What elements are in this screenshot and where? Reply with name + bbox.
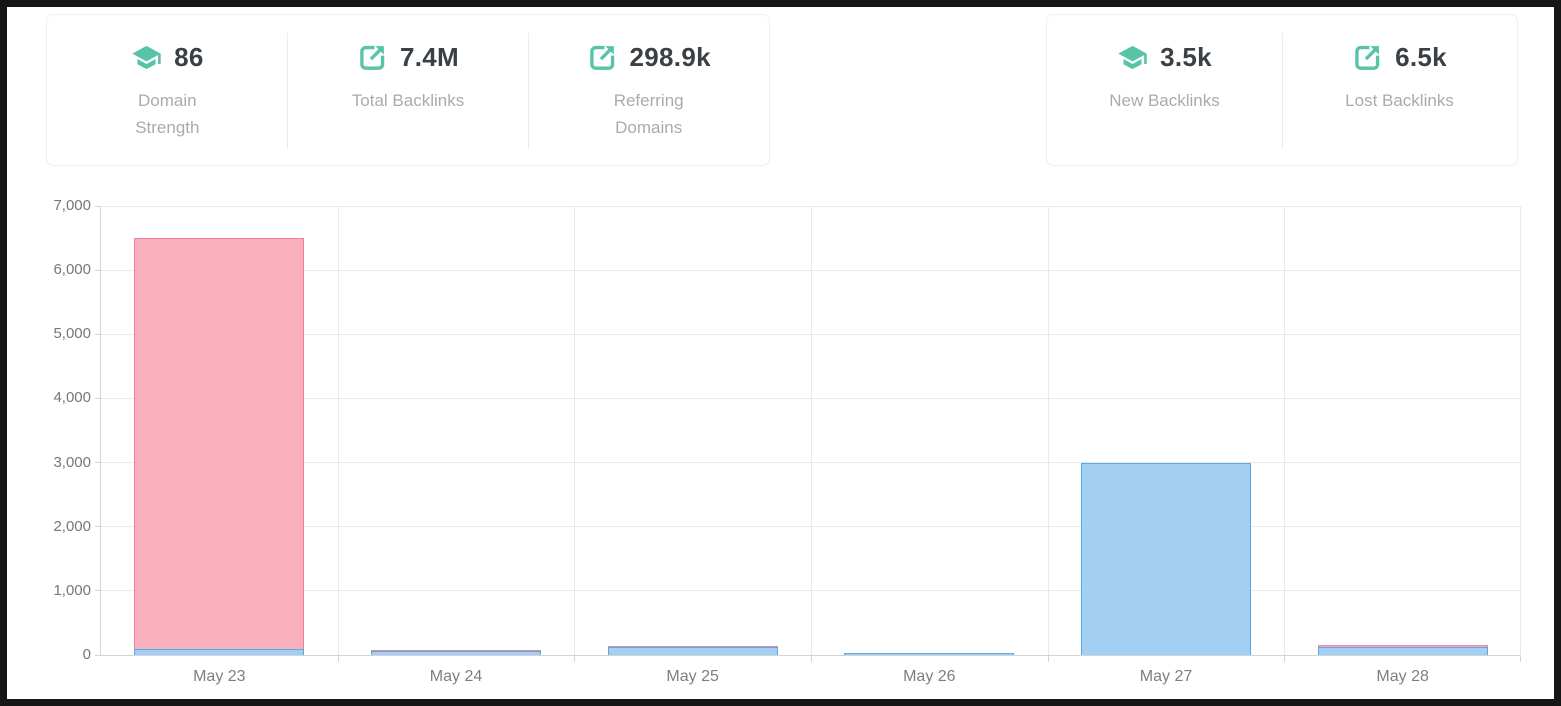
- y-axis-label: 3,000: [15, 454, 91, 471]
- stat-lost-backlinks: 6.5k Lost Backlinks: [1282, 15, 1517, 165]
- x-axis-tick: [1048, 655, 1049, 662]
- stat-header: 6.5k: [1352, 40, 1447, 74]
- x-gridline: [1284, 206, 1285, 655]
- external-link-icon: [587, 42, 618, 73]
- x-gridline: [1520, 206, 1521, 655]
- external-link-icon: [1352, 42, 1383, 73]
- domain-overview-card: 86 Domain Strength 7.4M Total Backlinks …: [46, 14, 770, 166]
- stat-header: 86: [131, 40, 204, 74]
- y-axis-tick: [95, 462, 101, 463]
- x-axis-tick: [1284, 655, 1285, 662]
- bar-new-backlinks-3[interactable]: [608, 647, 778, 655]
- y-axis-label: 6,000: [15, 261, 91, 278]
- bar-new-backlinks-2[interactable]: [371, 651, 541, 655]
- stat-label: Lost Backlinks: [1345, 87, 1454, 114]
- x-axis-tick: [338, 655, 339, 662]
- y-axis-label: 5,000: [15, 325, 91, 342]
- x-axis-label: May 27: [1140, 668, 1192, 686]
- y-axis-tick: [95, 270, 101, 271]
- stat-total-backlinks: 7.4M Total Backlinks: [288, 15, 529, 165]
- bar-new-backlinks-4[interactable]: [844, 653, 1014, 655]
- stat-new-backlinks: 3.5k New Backlinks: [1047, 15, 1282, 165]
- x-axis-label: May 28: [1376, 668, 1428, 686]
- stat-header: 298.9k: [587, 40, 711, 74]
- x-gridline: [811, 206, 812, 655]
- y-axis-tick: [95, 398, 101, 399]
- bar-new-backlinks-6[interactable]: [1318, 647, 1488, 655]
- stat-label: Domain Strength: [105, 87, 230, 141]
- graduation-cap-icon: [131, 42, 162, 73]
- x-axis-tick: [574, 655, 575, 662]
- y-axis-label: 7,000: [15, 197, 91, 214]
- y-axis-label: 2,000: [15, 518, 91, 535]
- stat-referring-domains: 298.9k Referring Domains: [528, 15, 769, 165]
- graduation-cap-icon: [1117, 42, 1148, 73]
- y-axis-label: 1,000: [15, 582, 91, 599]
- backlinks-bar-chart-plot-area: 01,0002,0003,0004,0005,0006,0007,000May …: [100, 206, 1521, 656]
- x-axis-label: May 26: [903, 668, 955, 686]
- y-axis-tick: [95, 590, 101, 591]
- new-lost-card: 3.5k New Backlinks 6.5k Lost Backlinks: [1046, 14, 1518, 166]
- x-gridline: [338, 206, 339, 655]
- stat-label: New Backlinks: [1109, 87, 1220, 114]
- y-axis-tick: [95, 655, 101, 656]
- y-axis-tick: [95, 526, 101, 527]
- stat-value: 86: [174, 42, 204, 73]
- y-axis-label: 0: [15, 646, 91, 663]
- stat-value: 298.9k: [630, 42, 711, 73]
- x-gridline: [574, 206, 575, 655]
- stat-header: 3.5k: [1117, 40, 1212, 74]
- x-axis-label: May 25: [666, 668, 718, 686]
- bar-lost-backlinks-1[interactable]: [134, 238, 304, 655]
- stat-value: 3.5k: [1160, 42, 1212, 73]
- x-axis-tick: [1520, 655, 1521, 662]
- stat-value: 6.5k: [1395, 42, 1447, 73]
- bar-new-backlinks-1[interactable]: [134, 649, 304, 655]
- y-axis-tick: [95, 206, 101, 207]
- backlinks-dashboard: 86 Domain Strength 7.4M Total Backlinks …: [0, 0, 1561, 706]
- x-axis-label: May 23: [193, 668, 245, 686]
- y-axis-tick: [95, 334, 101, 335]
- external-link-icon: [357, 42, 388, 73]
- bar-new-backlinks-5[interactable]: [1081, 463, 1251, 655]
- stat-value: 7.4M: [400, 42, 459, 73]
- x-gridline: [1048, 206, 1049, 655]
- stat-header: 7.4M: [357, 40, 459, 74]
- stat-domain-strength: 86 Domain Strength: [47, 15, 288, 165]
- x-axis-tick: [811, 655, 812, 662]
- x-axis-label: May 24: [430, 668, 482, 686]
- stat-label: Referring Domains: [586, 87, 711, 141]
- y-axis-label: 4,000: [15, 389, 91, 406]
- stat-label: Total Backlinks: [352, 87, 464, 114]
